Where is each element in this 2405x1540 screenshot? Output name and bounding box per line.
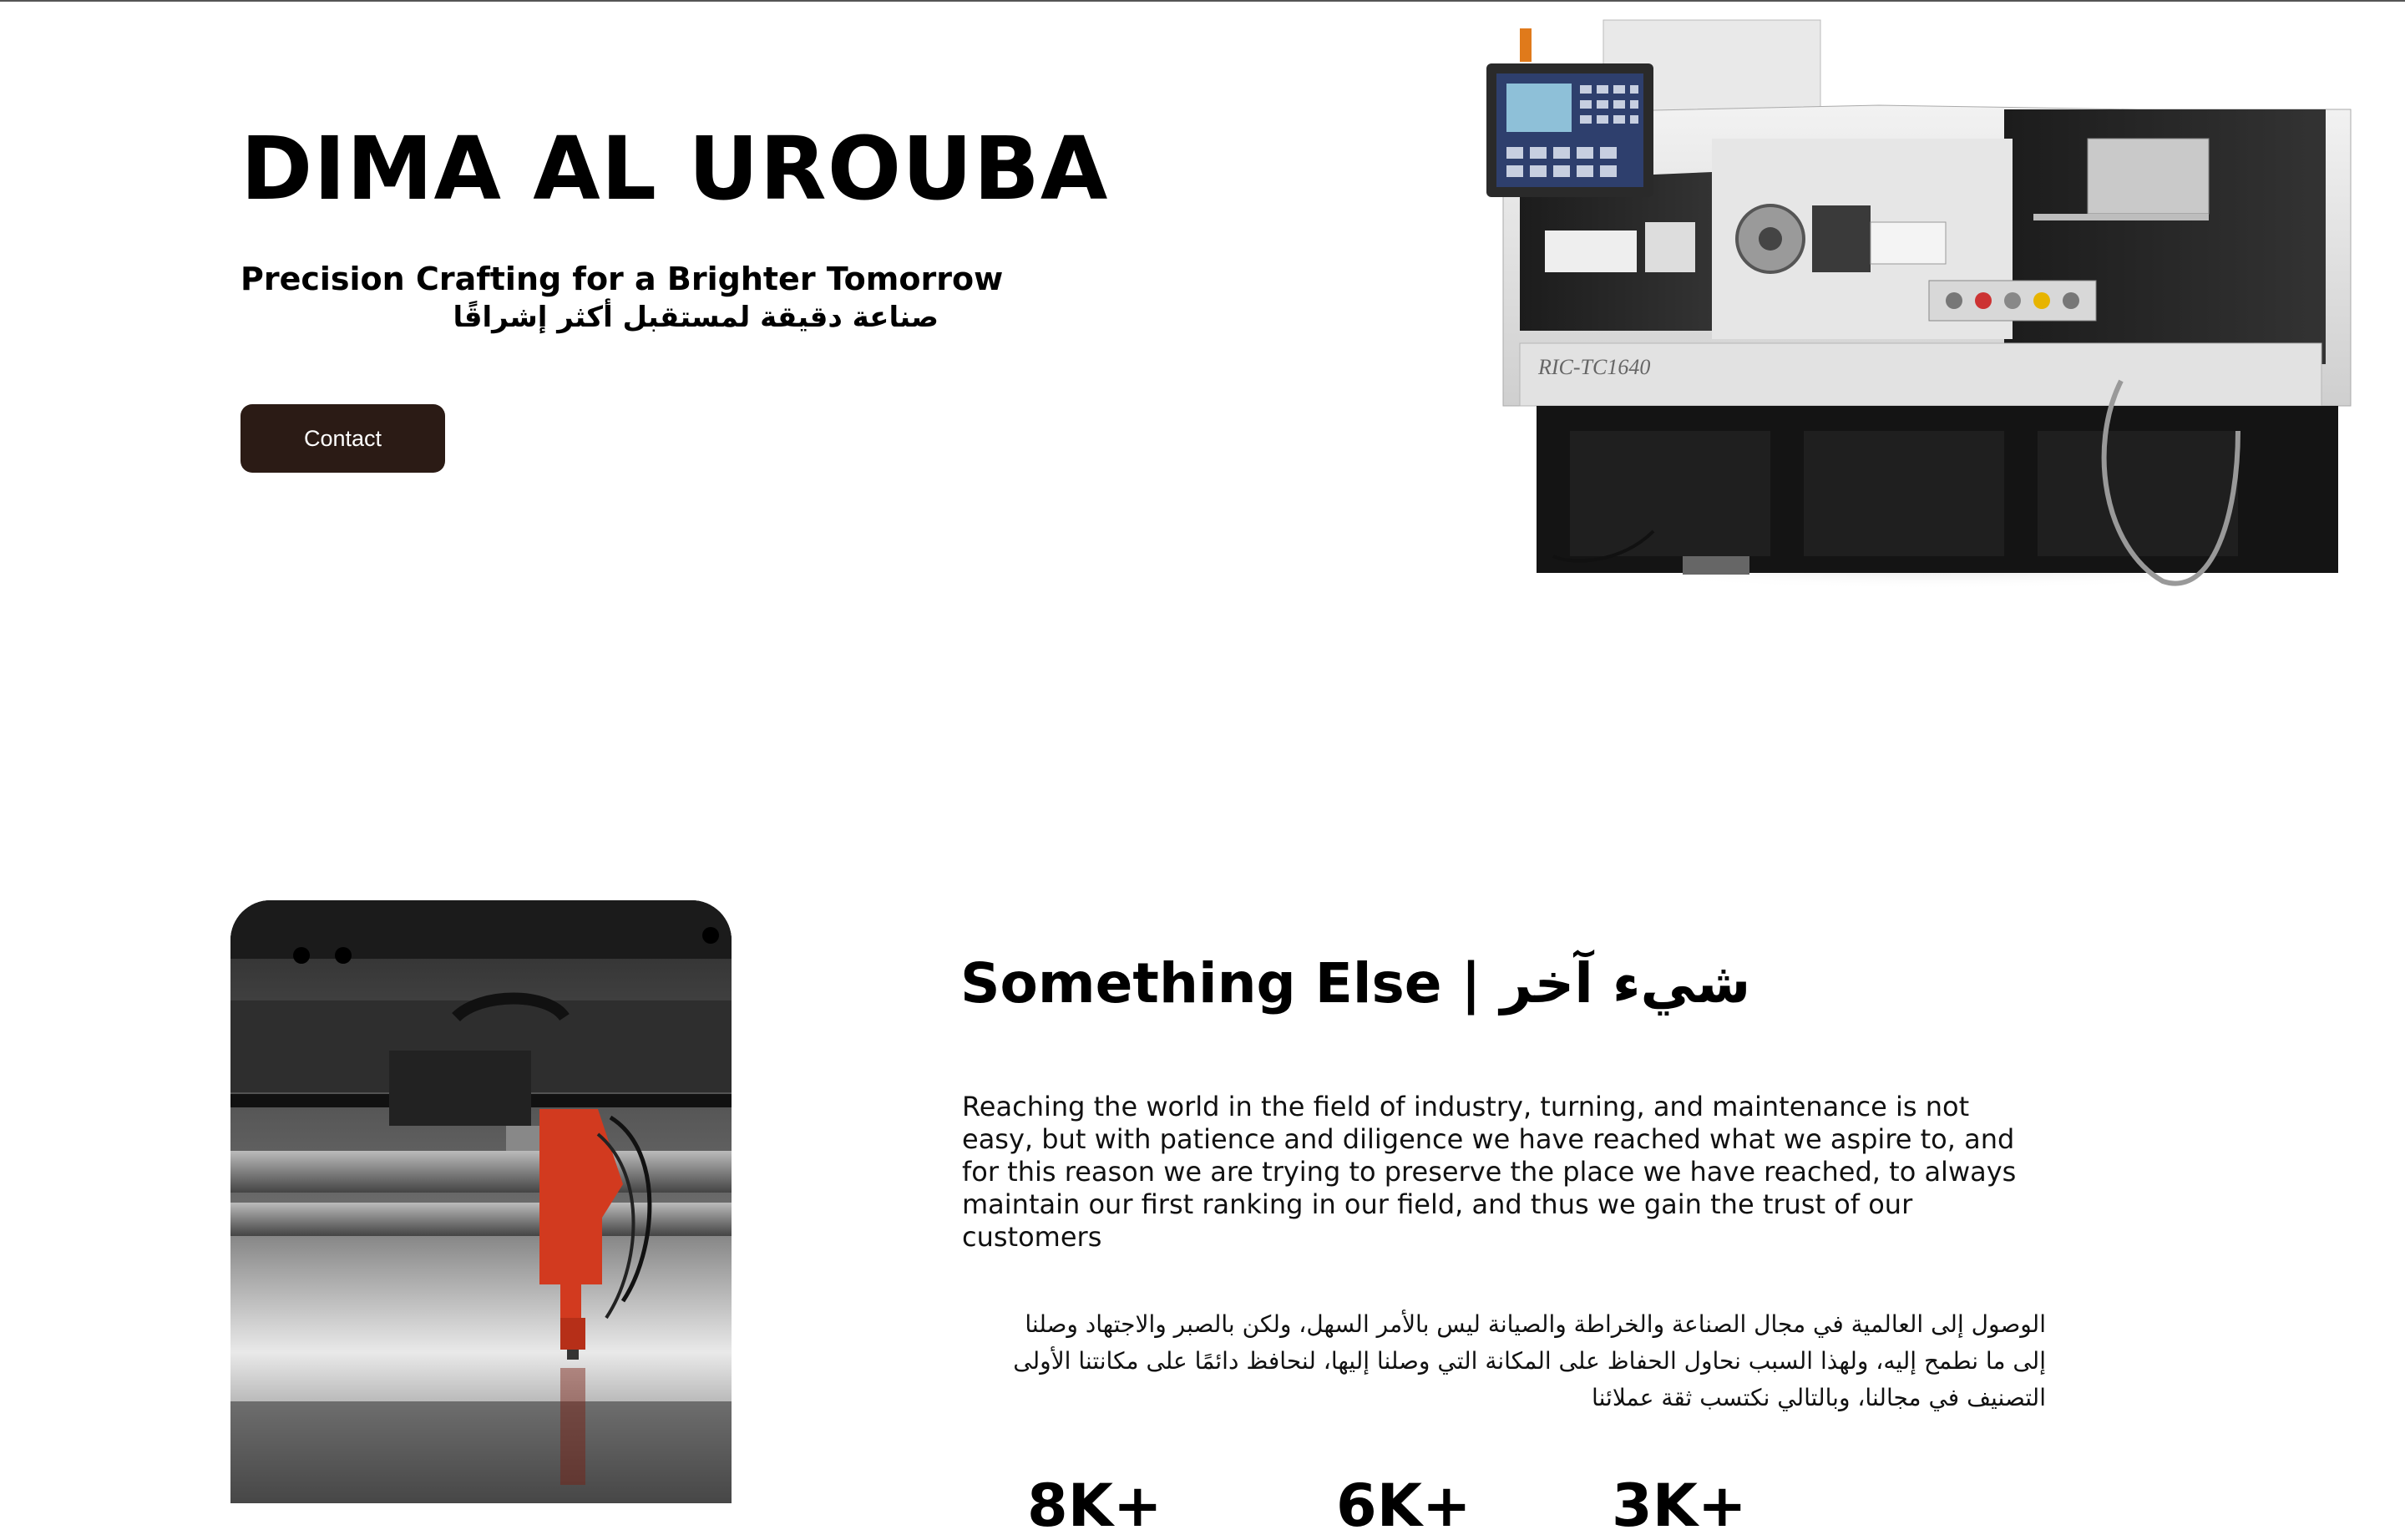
machine-model-label: RIC-TC1640	[1537, 355, 1650, 379]
top-border	[0, 0, 2405, 2]
stats-row: 8K+ 6K+ 3K+	[1027, 1477, 1862, 1535]
stat-value: 3K+	[1612, 1472, 1747, 1540]
hero-tagline: Precision Crafting for a Brighter Tomorr…	[240, 261, 1004, 336]
tagline-arabic: صناعة دقيقة لمستقبل أكثر إشراقًا	[453, 300, 939, 334]
stat-value: 6K+	[1336, 1472, 1471, 1540]
tagline-english: Precision Crafting for a Brighter Tomorr…	[240, 261, 1004, 297]
about-paragraph-arabic: الوصول إلى العالمية في مجال الصناعة والخ…	[1013, 1310, 2046, 1411]
laser-head-illustration	[230, 900, 732, 1503]
laser-cutter-image	[230, 900, 732, 1503]
cnc-lathe-image: RIC-TC1640	[1486, 19, 2355, 590]
stat-value: 8K+	[1027, 1472, 1162, 1540]
contact-button[interactable]: Contact	[240, 404, 445, 473]
brand-title: DIMA AL UROUBA	[240, 118, 1109, 220]
section-title: Something Else | شيء آخر	[960, 951, 1751, 1016]
about-paragraph-english: Reaching the world in the field of indus…	[962, 1091, 2017, 1253]
